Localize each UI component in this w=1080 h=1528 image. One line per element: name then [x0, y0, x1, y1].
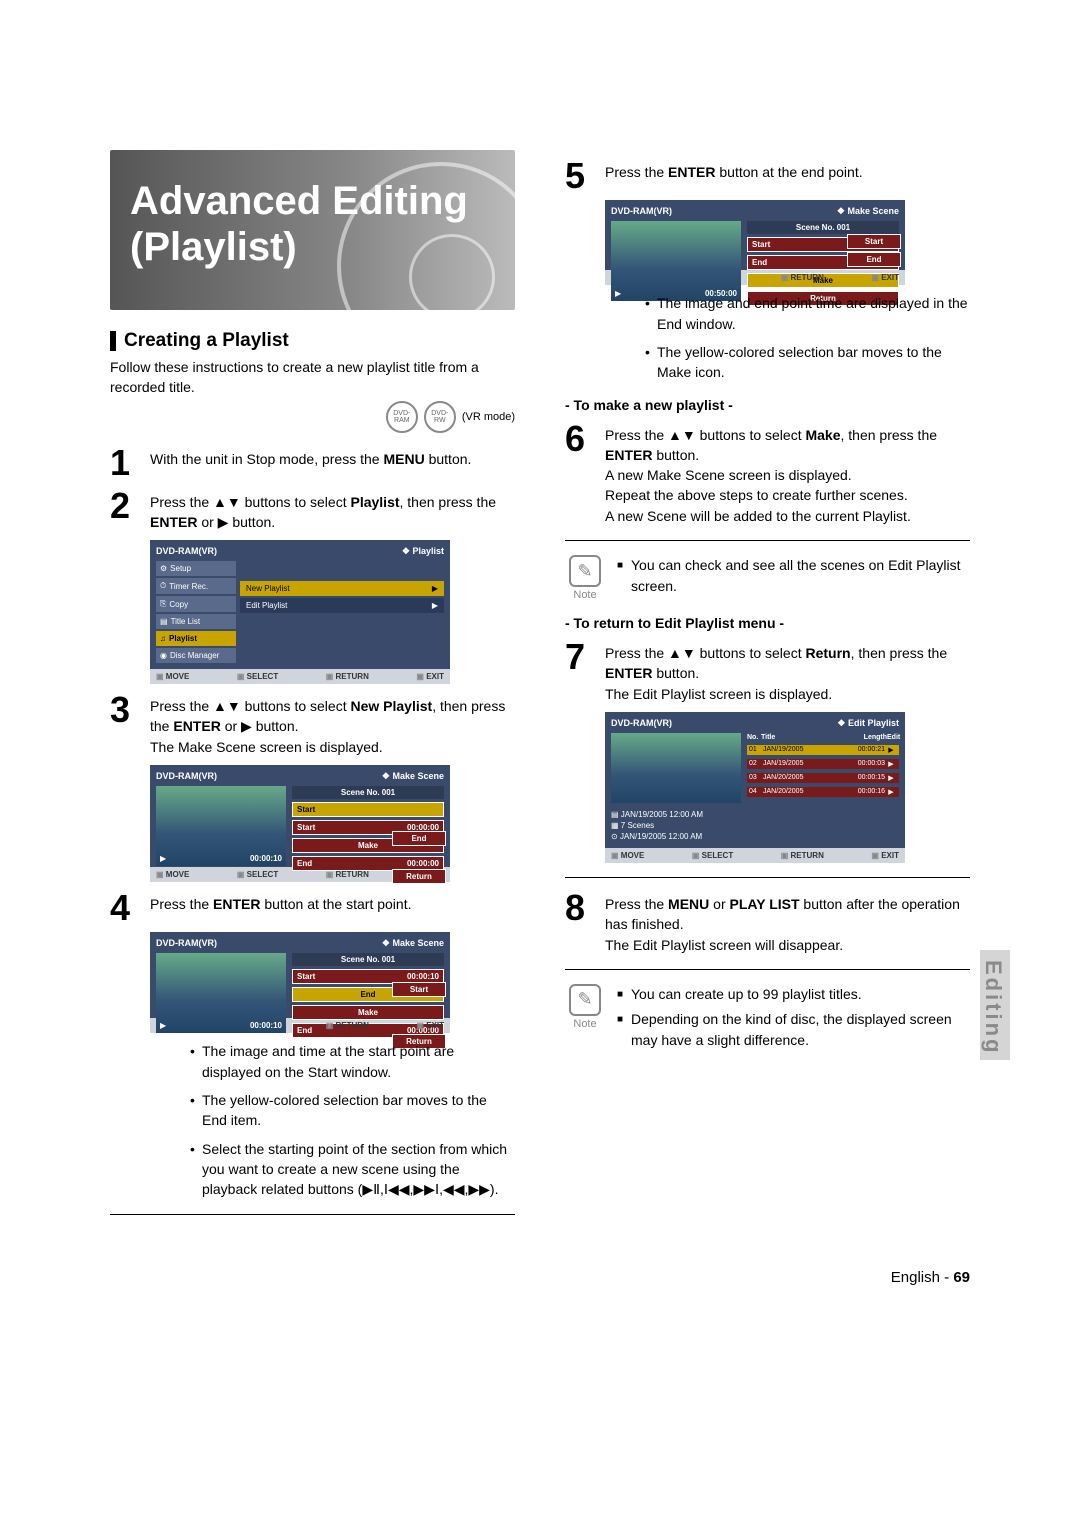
scr-btn-end-lbl: End — [392, 831, 446, 846]
subhead-make: - To make a new playlist - — [565, 397, 970, 413]
step-number-8: 8 — [565, 892, 595, 955]
menu-sub-new: New Playlist▶ — [240, 581, 444, 596]
hero-title-line2: (Playlist) — [130, 225, 297, 269]
scr-header-left: DVD-RAM(VR) — [156, 546, 217, 557]
playlist-row: 03 JAN/20/2005 00:00:15 ▶ — [747, 773, 899, 783]
menu-left-list: ⚙Setup ⏱Timer Rec. ⎘Copy ▤Title List ♫Pl… — [156, 561, 236, 663]
menu-item-timer: ⏱Timer Rec. — [156, 578, 236, 594]
make-scene-screenshot-3: DVD-RAM(VR) ❖ Make Scene ▶ 00:50:00 Scen… — [605, 200, 905, 285]
hero-title-line1: Advanced Editing — [130, 179, 468, 223]
vr-mode-label: (VR mode) — [462, 411, 515, 423]
scr-btn-start: Start — [292, 802, 444, 817]
step-number-7: 7 — [565, 641, 595, 704]
menu-item-setup: ⚙Setup — [156, 561, 236, 576]
step-number-5: 5 — [565, 160, 595, 192]
scr-footer-bar: MOVE SELECT RETURN EXIT — [150, 669, 450, 684]
step-number-2: 2 — [110, 490, 140, 533]
step-4-bullets: The image and time at the start point ar… — [150, 1041, 515, 1199]
side-tab-label: Editing — [980, 960, 1006, 1056]
step-5-bullets: The image and end point time are display… — [605, 293, 970, 382]
section-title: Creating a Playlist — [124, 330, 289, 352]
step-2-text: Press the ▲▼ buttons to select Playlist,… — [150, 490, 515, 533]
note-2-text: You can create up to 99 playlist titles.… — [617, 984, 970, 1055]
scr-btn-ret-lbl: Return — [392, 869, 446, 884]
step-1-text: With the unit in Stop mode, press the ME… — [150, 447, 471, 479]
step-7-text: Press the ▲▼ buttons to select Return, t… — [605, 641, 970, 704]
playlist-row: 01 JAN/19/2005 00:00:21 ▶ — [747, 745, 899, 755]
step-number-3: 3 — [110, 694, 140, 757]
step-4-text: Press the ENTER button at the start poin… — [150, 892, 411, 924]
make-scene-screenshot-2: DVD-RAM(VR) ❖ Make Scene ▶ 00:00:10 Scen… — [150, 932, 450, 1033]
playlist-menu-screenshot: DVD-RAM(VR) ❖ Playlist ⚙Setup ⏱Timer Rec… — [150, 540, 450, 684]
edit-playlist-screenshot: DVD-RAM(VR) ❖ Edit Playlist No. Title Le… — [605, 712, 905, 863]
hero-banner: Advanced Editing (Playlist) — [110, 150, 515, 310]
menu-item-titlelist: ▤Title List — [156, 614, 236, 629]
note-label: Note — [565, 589, 605, 601]
scr-header-right: ❖ Playlist — [402, 546, 444, 557]
section-intro: Follow these instructions to create a ne… — [110, 358, 515, 397]
menu-item-playlist: ♫Playlist — [156, 631, 236, 646]
playlist-row: 02 JAN/19/2005 00:00:03 ▶ — [747, 759, 899, 769]
dvd-ram-badge-icon: DVD-RAM — [386, 401, 418, 433]
note-1-text: You can check and see all the scenes on … — [617, 555, 970, 601]
note-icon: ✎ — [569, 555, 601, 587]
subhead-return: - To return to Edit Playlist menu - — [565, 615, 970, 631]
note-label: Note — [565, 1018, 605, 1030]
step-5-text: Press the ENTER button at the end point. — [605, 160, 863, 192]
step-number-4: 4 — [110, 892, 140, 924]
note-icon: ✎ — [569, 984, 601, 1016]
step-8-text: Press the MENU or PLAY LIST button after… — [605, 892, 970, 955]
menu-right-list: New Playlist▶ Edit Playlist▶ — [240, 561, 444, 663]
page-footer: English - 69 — [110, 1269, 970, 1286]
left-column: Advanced Editing (Playlist) Creating a P… — [110, 150, 515, 1229]
menu-item-copy: ⎘Copy — [156, 596, 236, 612]
playlist-row: 04 JAN/20/2005 00:00:16 ▶ — [747, 787, 899, 797]
right-column: 5 Press the ENTER button at the end poin… — [565, 150, 970, 1229]
make-scene-screenshot-1: DVD-RAM(VR) ❖ Make Scene ▶ 00:00:10 Scen… — [150, 765, 450, 882]
step-number-1: 1 — [110, 447, 140, 479]
menu-sub-edit: Edit Playlist▶ — [240, 598, 444, 613]
hero-title: Advanced Editing (Playlist) — [130, 178, 468, 270]
step-6-text: Press the ▲▼ buttons to select Make, the… — [605, 423, 970, 526]
menu-item-discmgr: ◉Disc Manager — [156, 648, 236, 663]
section-bar-icon — [110, 331, 116, 351]
dvd-rw-badge-icon: DVD-RW — [424, 401, 456, 433]
step-3-text: Press the ▲▼ buttons to select New Playl… — [150, 694, 515, 757]
step-number-6: 6 — [565, 423, 595, 526]
scr-thumbnail: ▶ 00:00:10 — [156, 786, 286, 866]
